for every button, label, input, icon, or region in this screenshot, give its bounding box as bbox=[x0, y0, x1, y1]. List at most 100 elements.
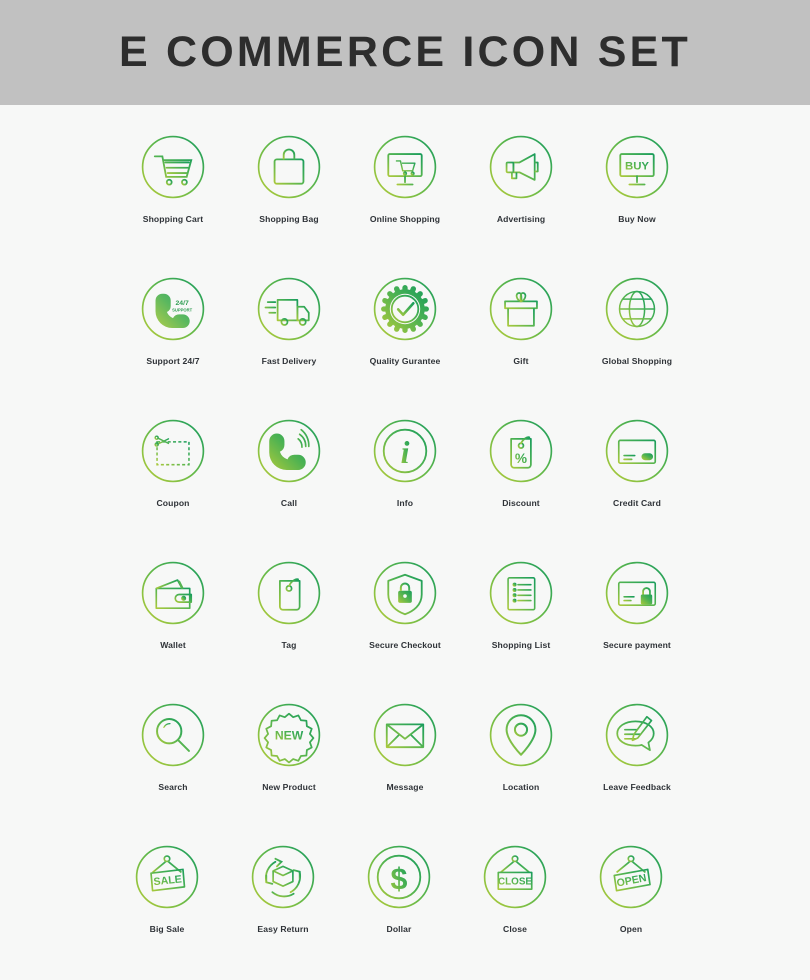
icon-row-6: SALE Big Sale Easy Return $ Dollar CLOSE… bbox=[99, 839, 699, 934]
icon-cell-shopping-bag[interactable]: Shopping Bag bbox=[232, 129, 346, 224]
icon-row-1: Shopping Cart Shopping Bag Online Shoppi… bbox=[105, 129, 705, 224]
open-sign-icon: OPEN bbox=[599, 845, 663, 909]
dollar-icon: $ bbox=[367, 845, 431, 909]
close-sign-icon: CLOSE bbox=[483, 845, 547, 909]
icon-text: SALE bbox=[153, 873, 182, 888]
icon-label: Tag bbox=[281, 640, 297, 650]
icon-label: Advertising bbox=[496, 214, 546, 224]
megaphone-icon bbox=[489, 135, 553, 199]
icon-label: Location bbox=[502, 782, 540, 792]
icon-label: Shopping Cart bbox=[142, 214, 204, 224]
discount-tag-percent-icon: % bbox=[489, 419, 553, 483]
icon-cell-close[interactable]: CLOSE Close bbox=[458, 839, 572, 934]
new-product-badge-icon: NEW bbox=[257, 703, 321, 767]
online-shopping-monitor-icon bbox=[373, 135, 437, 199]
icon-label: Dollar bbox=[386, 924, 412, 934]
icon-row-5: Search NEW New Product Message Location … bbox=[105, 697, 705, 792]
credit-card-icon bbox=[605, 419, 669, 483]
icon-cell-support-24-7[interactable]: 24/7 SUPPORT Support 24/7 bbox=[116, 271, 230, 366]
icon-label: Open bbox=[619, 924, 643, 934]
icon-cell-fast-delivery[interactable]: Fast Delivery bbox=[232, 271, 346, 366]
icon-cell-buy-now[interactable]: BUY Buy Now bbox=[580, 129, 694, 224]
icon-cell-coupon[interactable]: Coupon bbox=[116, 413, 230, 508]
page-title: E COMMERCE ICON SET bbox=[118, 28, 692, 76]
icon-label: Shopping List bbox=[491, 640, 551, 650]
icon-cell-big-sale[interactable]: SALE Big Sale bbox=[110, 839, 224, 934]
icon-text: CLOSE bbox=[498, 877, 532, 888]
delivery-truck-icon bbox=[257, 277, 321, 341]
wallet-icon bbox=[141, 561, 205, 625]
icon-cell-shopping-list[interactable]: Shopping List bbox=[464, 555, 578, 650]
coupon-scissors-icon bbox=[141, 419, 205, 483]
icon-row-3: Coupon Call i Info % Discount Credit Car… bbox=[105, 413, 705, 508]
envelope-icon bbox=[373, 703, 437, 767]
icon-label: Wallet bbox=[160, 640, 186, 650]
icon-label: Easy Return bbox=[257, 924, 309, 934]
icon-label: Info bbox=[396, 498, 414, 508]
icon-label: Call bbox=[280, 498, 298, 508]
icon-label: Message bbox=[386, 782, 424, 792]
icon-cell-credit-card[interactable]: Credit Card bbox=[580, 413, 694, 508]
icon-label: Discount bbox=[502, 498, 540, 508]
shopping-bag-icon bbox=[257, 135, 321, 199]
icon-label: Close bbox=[503, 924, 527, 934]
icon-label: Shopping Bag bbox=[259, 214, 319, 224]
phone-support-icon: 24/7 SUPPORT bbox=[141, 277, 205, 341]
tag-icon bbox=[257, 561, 321, 625]
icon-cell-call[interactable]: Call bbox=[232, 413, 346, 508]
globe-icon bbox=[605, 277, 669, 341]
phone-call-icon bbox=[257, 419, 321, 483]
icon-cell-secure-payment[interactable]: Secure payment bbox=[580, 555, 694, 650]
icon-label: Online Shopping bbox=[369, 214, 441, 224]
icon-text: NEW bbox=[275, 729, 304, 743]
icon-cell-location[interactable]: Location bbox=[464, 697, 578, 792]
shopping-list-icon bbox=[489, 561, 553, 625]
shield-lock-icon bbox=[373, 561, 437, 625]
icon-cell-wallet[interactable]: Wallet bbox=[116, 555, 230, 650]
icon-grid: Shopping Cart Shopping Bag Online Shoppi… bbox=[0, 105, 810, 934]
icon-label: Buy Now bbox=[618, 214, 656, 224]
icon-cell-new-product[interactable]: NEW New Product bbox=[232, 697, 346, 792]
icon-label: Search bbox=[158, 782, 188, 792]
icon-cell-gift[interactable]: Gift bbox=[464, 271, 578, 366]
quality-badge-check-icon bbox=[373, 277, 437, 341]
icon-cell-info[interactable]: i Info bbox=[348, 413, 462, 508]
icon-cell-secure-checkout[interactable]: Secure Checkout bbox=[348, 555, 462, 650]
icon-text: % bbox=[515, 451, 527, 466]
icon-cell-open[interactable]: OPEN Open bbox=[574, 839, 688, 934]
icon-label: Gift bbox=[513, 356, 529, 366]
icon-row-2: 24/7 SUPPORT Support 24/7 Fast Delivery bbox=[105, 271, 705, 366]
icon-cell-shopping-cart[interactable]: Shopping Cart bbox=[116, 129, 230, 224]
icon-cell-search[interactable]: Search bbox=[116, 697, 230, 792]
icon-cell-dollar[interactable]: $ Dollar bbox=[342, 839, 456, 934]
icon-label: Secure Checkout bbox=[369, 640, 441, 650]
icon-cell-advertising[interactable]: Advertising bbox=[464, 129, 578, 224]
icon-row-4: Wallet Tag Secure Checkout Shopping List… bbox=[105, 555, 705, 650]
icon-text: BUY bbox=[625, 160, 649, 172]
icon-cell-message[interactable]: Message bbox=[348, 697, 462, 792]
search-magnifier-icon bbox=[141, 703, 205, 767]
sale-sign-icon: SALE bbox=[135, 845, 199, 909]
icon-label: Credit Card bbox=[613, 498, 661, 508]
feedback-pencil-bubble-icon bbox=[605, 703, 669, 767]
icon-subtext: SUPPORT bbox=[172, 307, 193, 312]
icon-cell-tag[interactable]: Tag bbox=[232, 555, 346, 650]
header-band: E COMMERCE ICON SET bbox=[0, 0, 810, 105]
map-pin-icon bbox=[489, 703, 553, 767]
icon-cell-global-shopping[interactable]: Global Shopping bbox=[580, 271, 694, 366]
icon-label: Coupon bbox=[156, 498, 190, 508]
icon-text: $ bbox=[391, 862, 408, 896]
icon-label: Quality Gurantee bbox=[369, 356, 441, 366]
icon-cell-leave-feedback[interactable]: Leave Feedback bbox=[580, 697, 694, 792]
icon-label: Global Shopping bbox=[601, 356, 673, 366]
icon-label: New Product bbox=[262, 782, 316, 792]
shopping-cart-icon bbox=[141, 135, 205, 199]
icon-label: Fast Delivery bbox=[261, 356, 317, 366]
gift-box-icon bbox=[489, 277, 553, 341]
buy-now-monitor-icon: BUY bbox=[605, 135, 669, 199]
icon-cell-easy-return[interactable]: Easy Return bbox=[226, 839, 340, 934]
icon-cell-quality-gurantee[interactable]: Quality Gurantee bbox=[348, 271, 462, 366]
icon-label: Big Sale bbox=[149, 924, 185, 934]
icon-cell-online-shopping[interactable]: Online Shopping bbox=[348, 129, 462, 224]
icon-cell-discount[interactable]: % Discount bbox=[464, 413, 578, 508]
